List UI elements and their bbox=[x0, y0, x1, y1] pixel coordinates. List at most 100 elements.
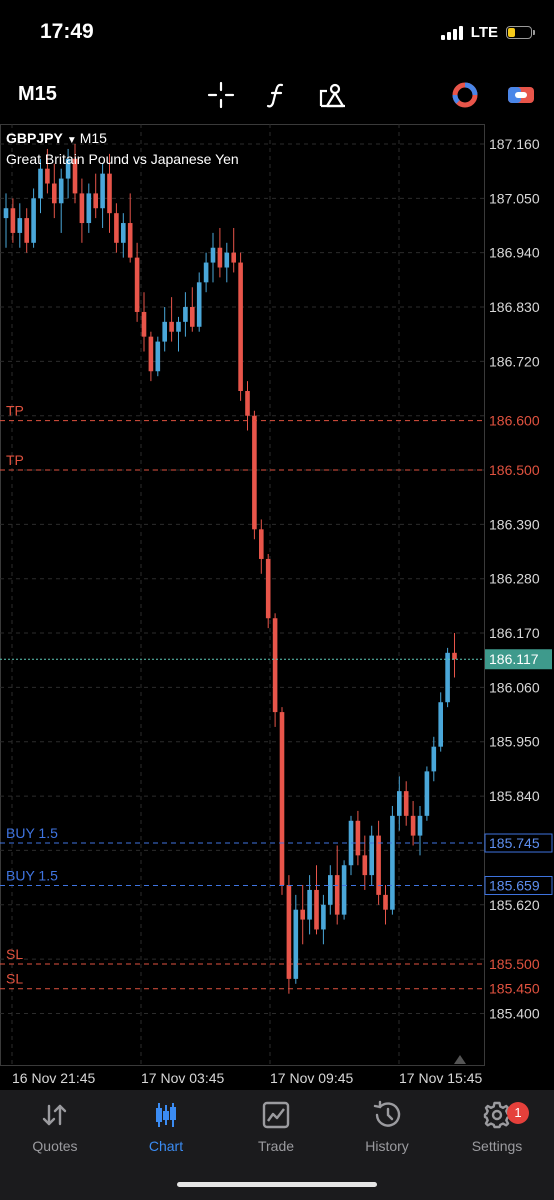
chart-description: Great Britain Pound vs Japanese Yen bbox=[6, 151, 239, 167]
candle-body bbox=[328, 875, 333, 905]
candle-body bbox=[390, 815, 395, 910]
candle-body bbox=[245, 391, 250, 416]
candle-body bbox=[272, 618, 278, 713]
home-indicator bbox=[177, 1182, 377, 1187]
tab-quotes[interactable]: Quotes bbox=[5, 1100, 105, 1154]
candle-body bbox=[300, 909, 305, 920]
tab-chart[interactable]: Chart bbox=[116, 1100, 216, 1154]
battery-icon bbox=[506, 26, 535, 39]
chart-shift-icon bbox=[454, 1055, 466, 1064]
candle-body bbox=[141, 311, 147, 337]
price-axis-label: 186.280 bbox=[489, 571, 540, 587]
bid-price-label: 186.117 bbox=[489, 651, 539, 667]
tab-history-label: History bbox=[365, 1138, 409, 1154]
candle-body bbox=[217, 247, 223, 268]
candle-body bbox=[210, 247, 216, 263]
price-axis-label: 185.950 bbox=[489, 734, 540, 750]
price-axis-label: 186.720 bbox=[489, 353, 540, 369]
candle-body bbox=[410, 815, 416, 836]
order-line-label: BUY 1.5 bbox=[6, 825, 58, 841]
tab-settings[interactable]: Settings 1 bbox=[447, 1100, 547, 1154]
candle-body bbox=[86, 193, 92, 224]
candle-body bbox=[417, 815, 423, 836]
order-line-label: TP bbox=[6, 403, 24, 419]
candle-body bbox=[321, 904, 326, 930]
quotes-icon bbox=[5, 1100, 105, 1130]
price-axis-label: 186.390 bbox=[489, 516, 540, 532]
candle-body bbox=[259, 529, 264, 559]
candle-body bbox=[52, 183, 57, 204]
timeframe-button[interactable]: M15 bbox=[18, 83, 57, 106]
candle-body bbox=[424, 771, 430, 816]
candle-body bbox=[155, 341, 161, 372]
time-label: 17 Nov 15:45 bbox=[399, 1070, 483, 1086]
candle-body bbox=[17, 218, 23, 233]
candle-body bbox=[397, 791, 402, 816]
tab-history[interactable]: History bbox=[337, 1100, 437, 1154]
order-line-label: SL bbox=[6, 971, 23, 987]
candle-body bbox=[314, 889, 319, 930]
order-price-label: 186.600 bbox=[489, 413, 540, 429]
candle-body bbox=[279, 712, 285, 885]
chart-timeframe: M15 bbox=[79, 130, 107, 146]
candle-body bbox=[31, 198, 36, 243]
tab-chart-label: Chart bbox=[148, 1138, 184, 1154]
order-price-label: 185.659 bbox=[489, 877, 540, 893]
candle-body bbox=[341, 865, 347, 915]
signal-icon bbox=[440, 25, 463, 40]
order-price-label: 185.745 bbox=[489, 835, 540, 851]
price-axis-label: 185.840 bbox=[489, 788, 540, 804]
price-chart[interactable]: 187.160 187.050 186.940 186.830 186.720 186.3… bbox=[0, 124, 554, 1066]
chart-canvas[interactable]: 187.160 187.050 186.940 186.830 186.720 186.3… bbox=[0, 124, 554, 1066]
candle-body bbox=[169, 321, 174, 332]
tab-quotes-label: Quotes bbox=[32, 1138, 78, 1154]
candle-body bbox=[3, 208, 9, 219]
price-axis-label: 187.160 bbox=[489, 136, 540, 152]
chart-toolbar: M15 bbox=[0, 70, 554, 120]
symbol-dropdown-icon[interactable]: ▼ bbox=[67, 135, 77, 146]
order-price-label: 186.500 bbox=[489, 462, 540, 478]
candle-body bbox=[224, 252, 230, 268]
candle-body bbox=[293, 909, 299, 979]
order-price-label: 185.500 bbox=[489, 956, 540, 972]
candle-body bbox=[79, 193, 85, 224]
candle-body bbox=[114, 213, 119, 243]
candle-body bbox=[45, 168, 50, 184]
candle-body bbox=[100, 173, 105, 209]
candle-body bbox=[203, 262, 209, 283]
price-axis-label: 186.940 bbox=[489, 245, 540, 261]
tab-trade[interactable]: Trade bbox=[226, 1100, 326, 1154]
price-axis-label: 187.050 bbox=[489, 190, 540, 206]
candle-body bbox=[307, 889, 312, 920]
candle-body bbox=[24, 218, 29, 243]
crosshair-icon[interactable] bbox=[205, 80, 237, 110]
indicator-color-icon[interactable] bbox=[449, 80, 481, 110]
candle-body bbox=[196, 282, 202, 327]
tab-trade-label: Trade bbox=[257, 1138, 295, 1154]
price-axis-label: 185.620 bbox=[489, 897, 540, 913]
price-axis-label: 186.060 bbox=[489, 679, 540, 695]
candle-body bbox=[231, 252, 236, 263]
candle-body bbox=[286, 885, 292, 979]
time-axis: 16 Nov 21:45 17 Nov 03:45 17 Nov 09:45 1… bbox=[0, 1068, 554, 1088]
candle-body bbox=[148, 336, 154, 372]
price-axis-label: 186.170 bbox=[489, 625, 540, 641]
function-icon[interactable] bbox=[261, 80, 293, 110]
chart-symbol: GBPJPY bbox=[6, 130, 63, 146]
status-time: 17:49 bbox=[40, 20, 94, 43]
price-axis-label: 186.830 bbox=[489, 299, 540, 315]
candle-body bbox=[369, 835, 374, 876]
tab-settings-label: Settings bbox=[471, 1138, 523, 1154]
candle-body bbox=[93, 193, 98, 209]
network-label: LTE bbox=[470, 24, 498, 41]
candle-body bbox=[134, 257, 140, 312]
candle-body bbox=[176, 321, 181, 332]
time-label: 16 Nov 21:45 bbox=[12, 1070, 96, 1086]
candle-body bbox=[452, 652, 457, 660]
notification-badge: 1 bbox=[507, 1102, 529, 1124]
trade-toggle-icon[interactable] bbox=[505, 80, 537, 110]
settings-icon bbox=[447, 1100, 547, 1130]
candle-body bbox=[38, 168, 43, 199]
time-label: 17 Nov 09:45 bbox=[270, 1070, 354, 1086]
objects-icon[interactable] bbox=[317, 80, 349, 110]
